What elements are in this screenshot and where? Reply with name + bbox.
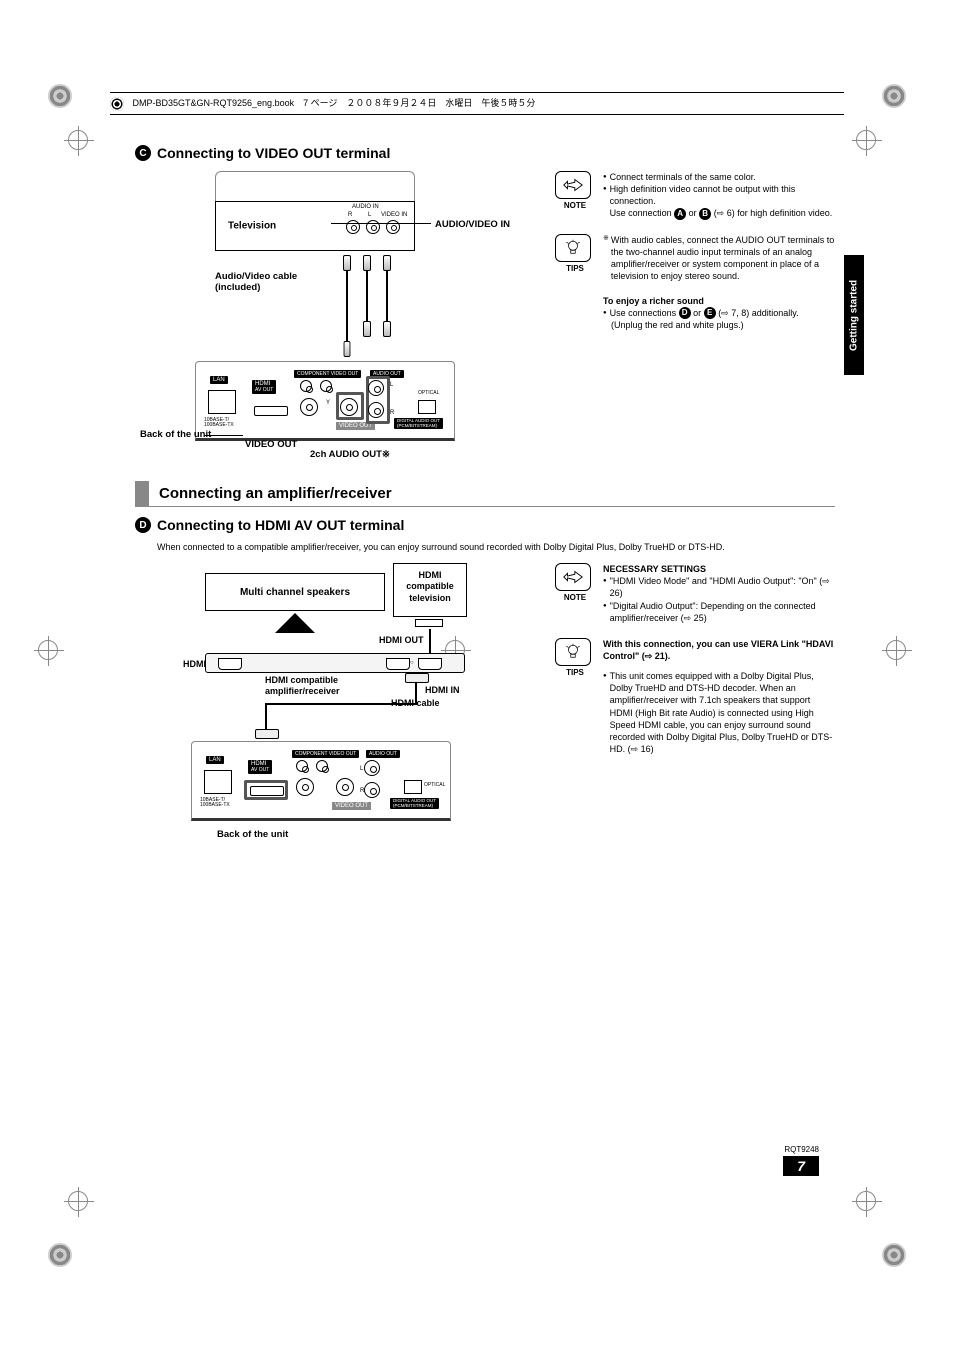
section-c-title: Connecting to VIDEO OUT terminal	[157, 145, 390, 161]
jack-icon	[296, 778, 314, 796]
video-out-label: VIDEO OUT	[245, 439, 297, 450]
jack-icon	[364, 760, 380, 776]
optical-port-icon	[404, 780, 422, 794]
label-l: L	[368, 212, 371, 218]
note-icon	[555, 563, 591, 591]
audio-video-in: AUDIO/VIDEO IN	[435, 219, 510, 230]
reg-mark-icon	[48, 1243, 72, 1267]
reg-mark-icon	[48, 84, 72, 108]
tips-icon	[555, 638, 591, 666]
hdmi-chip: HDMIAV OUT	[248, 760, 272, 774]
hdmi-chip: HDMIAV OUT	[252, 380, 276, 394]
necessary-settings: NECESSARY SETTINGS	[603, 563, 835, 575]
reg-mark-icon	[38, 640, 68, 670]
section-d-heading: D Connecting to HDMI AV OUT terminal	[135, 517, 835, 533]
plug-icon	[344, 341, 351, 357]
content-area: C Connecting to VIDEO OUT terminal Telev…	[135, 145, 835, 843]
page-number: 7	[783, 1156, 819, 1176]
reg-mark-icon	[886, 640, 916, 670]
page: DMP-BD35GT&GN-RQT9256_eng.book 7 ページ ２００…	[0, 0, 954, 1351]
hdmi-tv-box: HDMI compatible television	[393, 563, 467, 617]
section-d-title: Connecting to HDMI AV OUT terminal	[157, 517, 404, 533]
lan-port-icon	[208, 390, 236, 414]
back-panel: LAN 10BASE-T/100BASE-TX HDMIAV OUT COMPO…	[195, 361, 455, 441]
diagram-d: Multi channel speakers HDMI compatible t…	[135, 563, 535, 843]
print-header: DMP-BD35GT&GN-RQT9256_eng.book 7 ページ ２００…	[110, 92, 844, 115]
video-out-jack	[340, 398, 358, 416]
label-r: R	[348, 212, 352, 218]
hdmi-plug-icon	[255, 729, 279, 739]
tv-label: Television	[228, 221, 276, 232]
target-icon	[110, 97, 124, 111]
arrow-up-icon	[275, 613, 315, 633]
tips-icon	[555, 234, 591, 262]
amplifier-box: ○	[205, 653, 465, 673]
audio-l-jack	[368, 380, 384, 396]
component-chip: COMPONENT VIDEO OUT	[294, 370, 361, 378]
richer-heading: To enjoy a richer sound	[603, 295, 835, 307]
side-tab: Getting started	[844, 255, 864, 375]
hdmi-port-icon	[250, 786, 284, 796]
jack-icon	[300, 398, 318, 416]
tips-callout: TIPS ※With audio cables, connect the AUD…	[555, 234, 835, 331]
section-label-d: D	[135, 517, 151, 533]
optical-port-icon	[418, 400, 436, 414]
hdmi-in2-label: HDMI IN	[425, 685, 460, 695]
reg-mark-icon	[882, 84, 906, 108]
jack-icon	[300, 380, 312, 392]
diagram-c: Television AUDIO IN R L VIDEO IN AUDIO/V…	[135, 171, 535, 451]
hdmi-out-label: HDMI OUT	[379, 635, 424, 645]
video-in-label: VIDEO IN	[381, 212, 407, 218]
plug-icon	[383, 321, 391, 337]
viera-link-heading: With this connection, you can use VIERA …	[603, 638, 835, 662]
plug-icon	[383, 255, 391, 271]
amp-label: HDMI compatibleamplifier/receiver	[265, 675, 340, 697]
section-c-heading: C Connecting to VIDEO OUT terminal	[135, 145, 835, 161]
plug-icon	[363, 255, 371, 271]
note-callout: NOTE Connect terminals of the same color…	[555, 171, 835, 220]
lan-chip: LAN	[206, 756, 224, 764]
header-text: DMP-BD35GT&GN-RQT9256_eng.book 7 ページ ２００…	[133, 98, 536, 108]
jack-icon	[364, 782, 380, 798]
reg-mark-icon	[856, 130, 886, 160]
jack-icon	[320, 380, 332, 392]
note-icon	[555, 171, 591, 199]
note-callout: NOTE NECESSARY SETTINGS "HDMI Video Mode…	[555, 563, 835, 624]
doc-code: RQT9248	[783, 1145, 819, 1154]
reg-mark-icon	[68, 130, 98, 160]
cable-label: Audio/Video cable (included)	[215, 271, 297, 293]
optical-label: OPTICAL	[418, 390, 439, 396]
hdmi-plug-icon	[405, 673, 429, 683]
tips-callout: TIPS With this connection, you can use V…	[555, 638, 835, 755]
lan-chip: LAN	[210, 376, 228, 384]
speakers-label: Multi channel speakers	[240, 587, 350, 598]
jack-icon	[336, 778, 354, 796]
reg-mark-icon	[856, 1191, 886, 1221]
back-label: Back of the unit	[217, 829, 288, 840]
back-panel: LAN 10BASE-T/100BASE-TX HDMIAV OUT COMPO…	[191, 741, 451, 821]
reg-mark-icon	[882, 1243, 906, 1267]
reg-mark-icon	[68, 1191, 98, 1221]
hdmi-port-icon	[254, 406, 288, 416]
y-label: Y	[326, 400, 330, 406]
basetx-label: 10BASE-T/100BASE-TX	[204, 418, 234, 428]
jack-icon	[296, 760, 308, 772]
section-d-subtitle: When connected to a compatible amplifier…	[157, 541, 835, 553]
lan-port-icon	[204, 770, 232, 794]
page-footer: RQT9248 7	[783, 1145, 819, 1176]
audio-in-label: AUDIO IN	[352, 204, 379, 210]
back-label: Back of the unit	[140, 429, 211, 440]
digital-chip: DIGITAL AUDIO OUT(PCM/BITSTREAM)	[394, 418, 443, 429]
audio-out-label: 2ch AUDIO OUT※	[310, 449, 390, 460]
tv-box: Television AUDIO IN R L VIDEO IN	[215, 201, 415, 251]
jack-icon	[316, 760, 328, 772]
plug-icon	[363, 321, 371, 337]
plug-icon	[343, 255, 351, 271]
section-label-c: C	[135, 145, 151, 161]
audio-r-jack	[368, 402, 384, 418]
amp-section-heading: Connecting an amplifier/receiver	[135, 481, 835, 507]
